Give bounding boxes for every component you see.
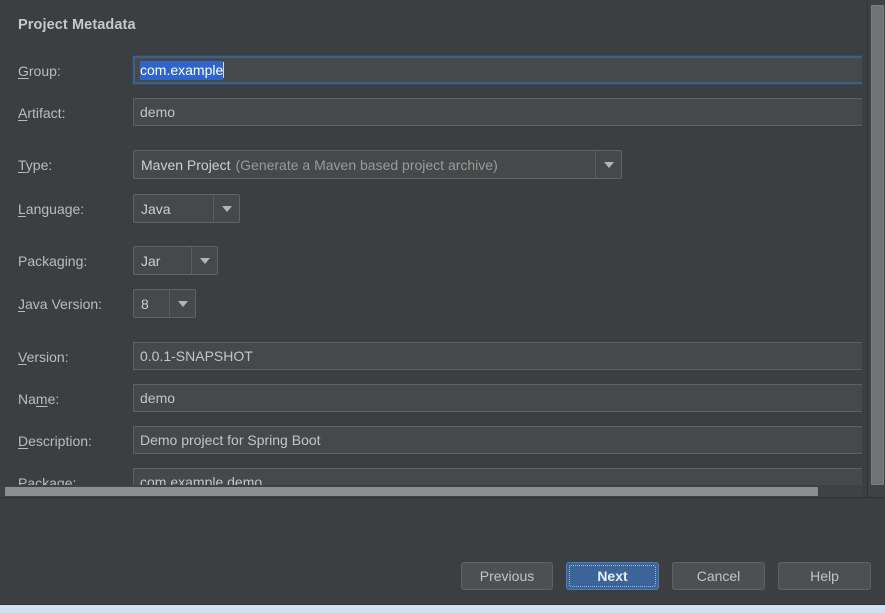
label-description: Description:: [18, 433, 92, 449]
language-combo[interactable]: Java: [133, 194, 240, 223]
label-group: Group:: [18, 63, 61, 79]
packaging-combo[interactable]: Jar: [133, 246, 218, 275]
chevron-down-icon[interactable]: [213, 195, 239, 222]
text-caret: [223, 62, 225, 78]
chevron-down-icon[interactable]: [595, 151, 621, 178]
label-version: Version:: [18, 349, 69, 365]
description-input[interactable]: Demo project for Spring Boot: [133, 426, 862, 454]
name-input[interactable]: demo: [133, 384, 862, 412]
label-language: Language:: [18, 201, 85, 217]
label-packaging: Packaging:: [18, 253, 88, 269]
page-title: Project Metadata: [18, 17, 136, 33]
type-combo[interactable]: Maven Project (Generate a Maven based pro…: [133, 150, 622, 179]
label-name: Name:: [18, 391, 60, 407]
java-version-combo[interactable]: 8: [133, 289, 196, 318]
chevron-down-icon[interactable]: [169, 290, 195, 317]
form-scroll-pane: Project Metadata Group: com.example Arti…: [0, 0, 885, 497]
group-input[interactable]: com.example: [133, 56, 862, 84]
next-button-label: Next: [597, 568, 628, 584]
next-button[interactable]: Next: [566, 562, 659, 590]
horizontal-scrollbar[interactable]: [0, 485, 862, 497]
dialog-button-bar: Previous Next Cancel Help: [0, 498, 885, 604]
artifact-input[interactable]: demo: [133, 98, 862, 126]
group-input-value: com.example: [140, 61, 224, 80]
label-java-version: Java Version:: [18, 296, 103, 312]
vertical-scrollbar-thumb[interactable]: [871, 5, 884, 485]
project-metadata-form: Project Metadata Group: com.example Arti…: [0, 0, 862, 488]
type-combo-value: Maven Project (Generate a Maven based pro…: [134, 151, 595, 178]
packaging-combo-value: Jar: [141, 252, 161, 269]
label-type: Type:: [18, 157, 53, 173]
vertical-scrollbar[interactable]: [867, 0, 885, 497]
type-combo-value-main: Maven Project: [141, 156, 231, 173]
previous-button[interactable]: Previous: [461, 562, 553, 590]
java-version-combo-value: 8: [141, 295, 149, 312]
help-button[interactable]: Help: [778, 562, 871, 590]
type-combo-value-detail: (Generate a Maven based project archive): [235, 156, 498, 173]
cancel-button[interactable]: Cancel: [672, 562, 765, 590]
chevron-down-icon[interactable]: [191, 247, 217, 274]
version-input[interactable]: 0.0.1-SNAPSHOT: [133, 342, 862, 370]
language-combo-value: Java: [141, 200, 171, 217]
label-artifact: Artifact:: [18, 105, 66, 121]
form-viewport: Project Metadata Group: com.example Arti…: [0, 0, 862, 488]
horizontal-scrollbar-thumb[interactable]: [5, 487, 818, 496]
project-metadata-dialog: Project Metadata Group: com.example Arti…: [0, 0, 885, 613]
